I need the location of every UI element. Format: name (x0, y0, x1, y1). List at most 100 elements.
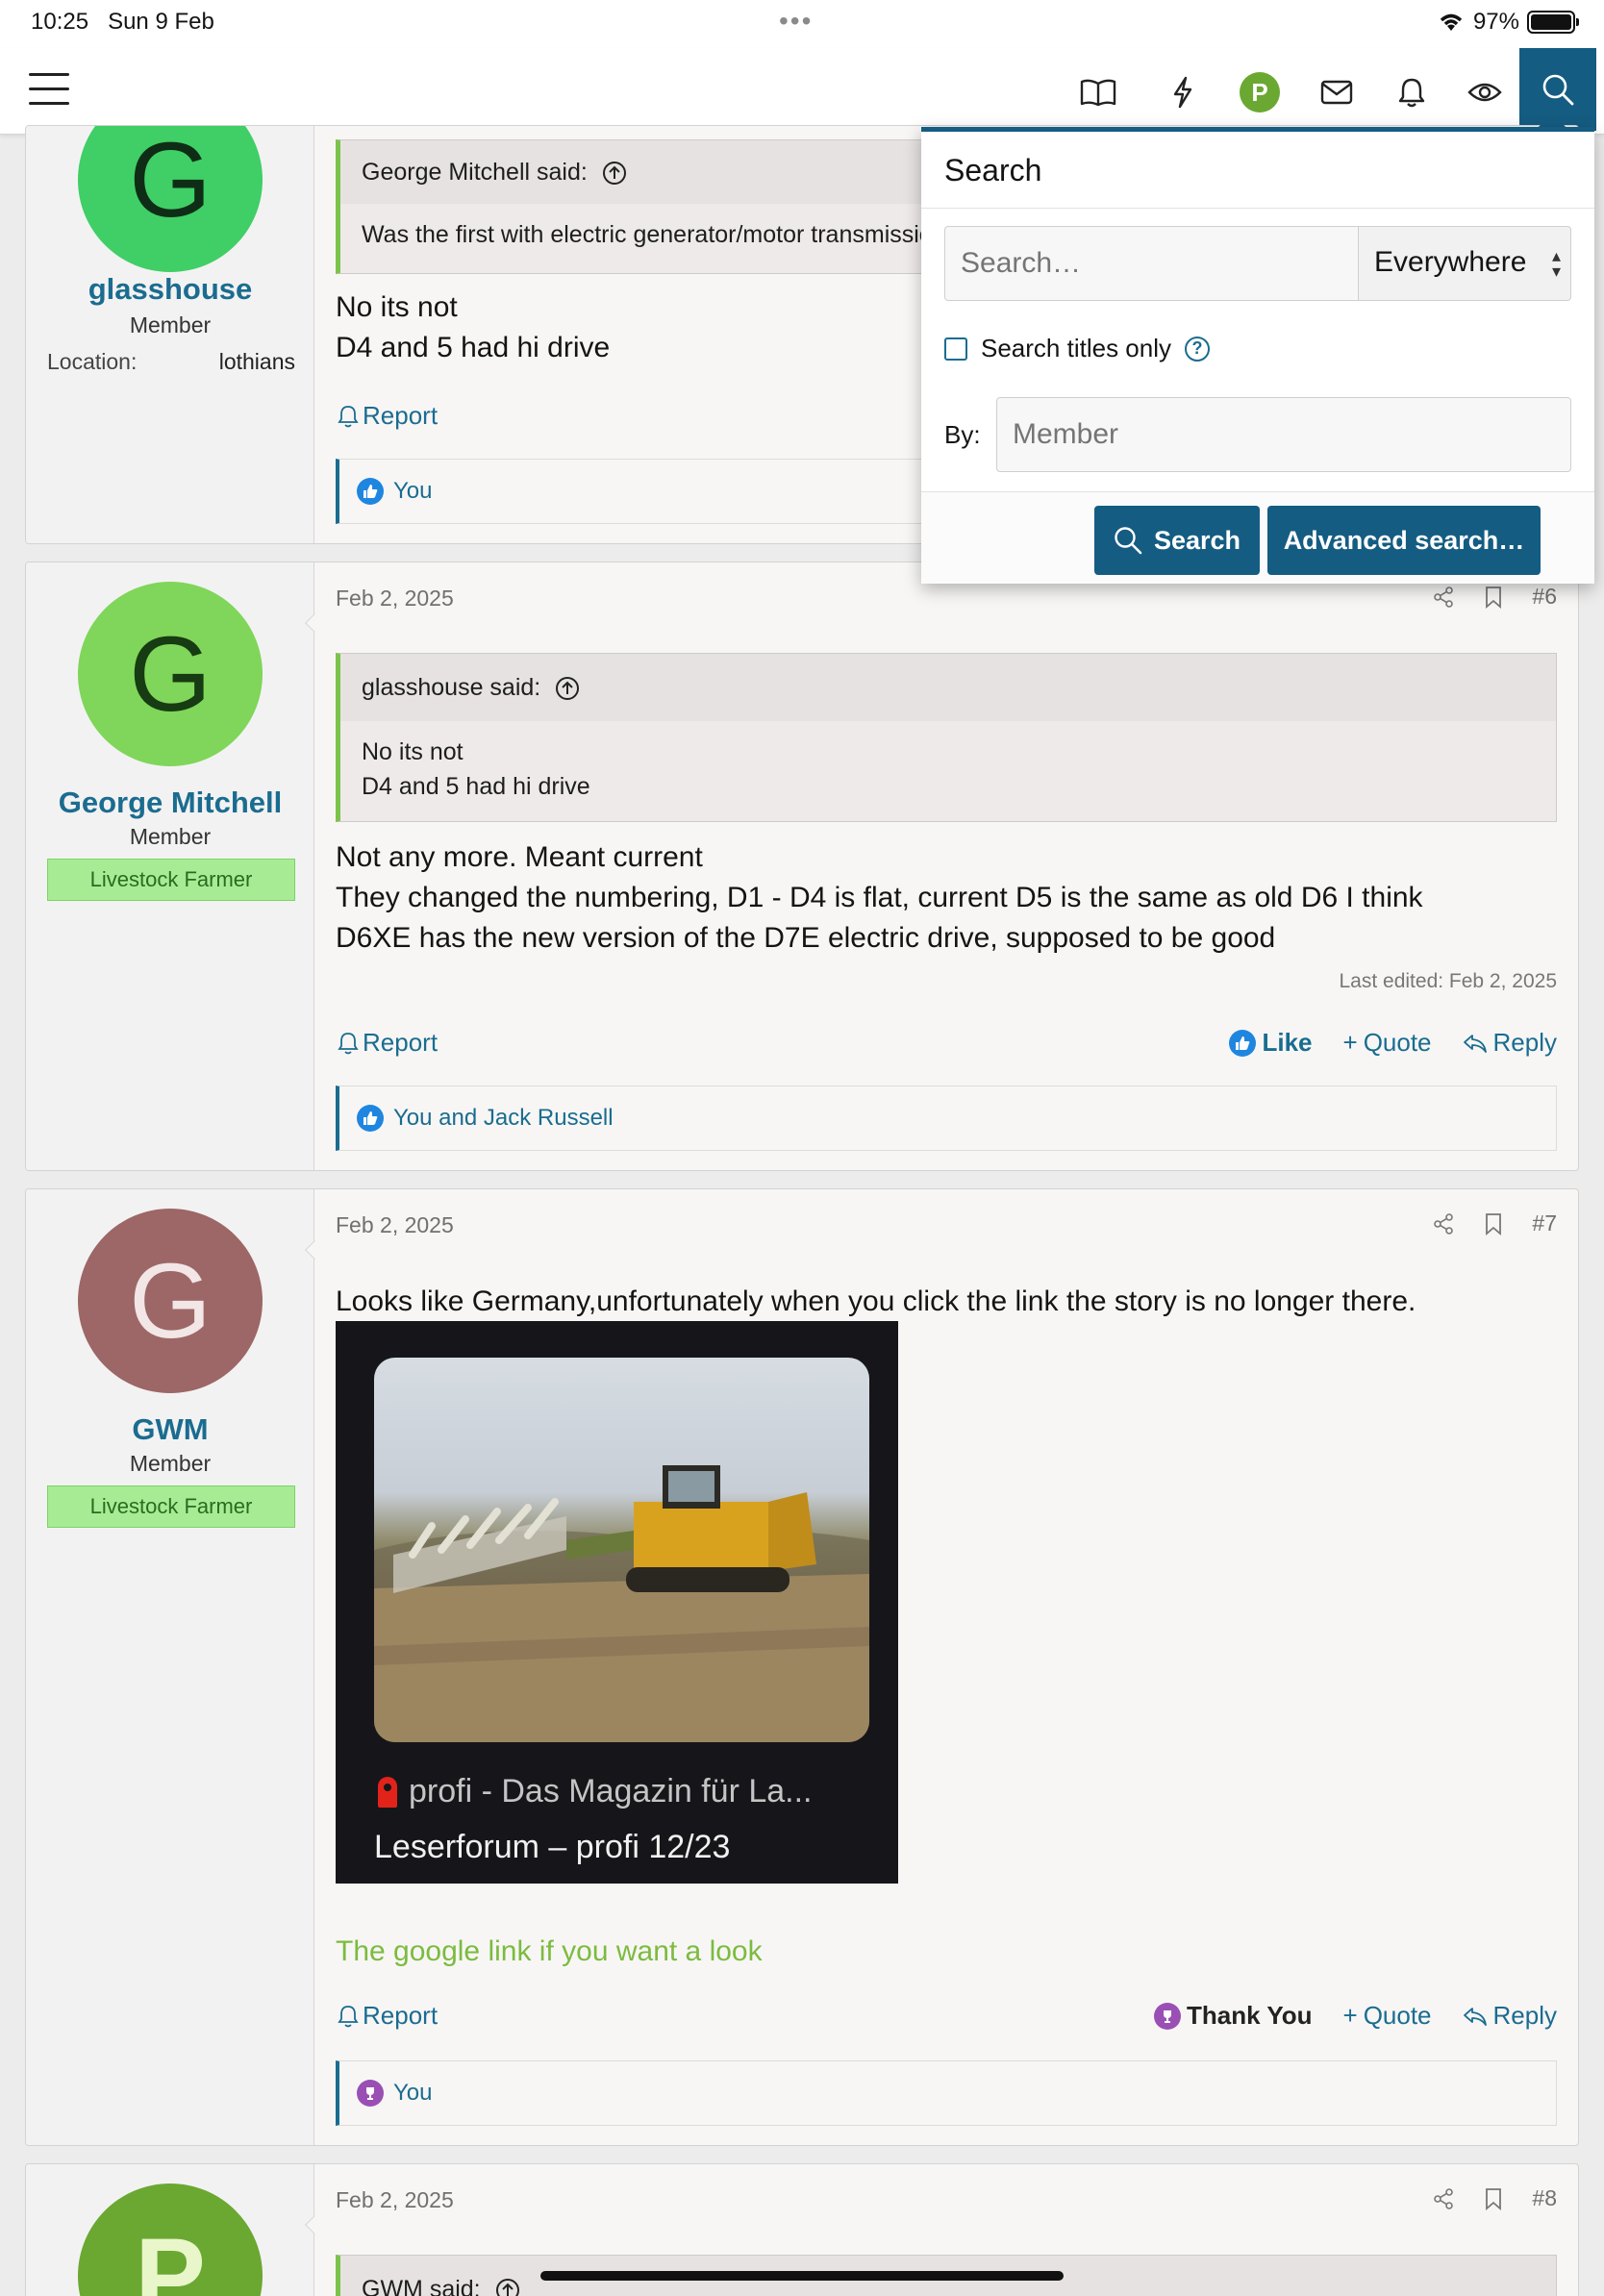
search-scope-select[interactable]: Everywhere ▴ ▾ (1358, 226, 1571, 301)
post-number[interactable]: #7 (1532, 1210, 1557, 1236)
report-link[interactable]: Report (338, 401, 438, 431)
member-input[interactable] (996, 397, 1571, 472)
bell-icon[interactable] (1391, 71, 1433, 113)
post-user-panel: G glasshouse Member Location: lothians (26, 126, 314, 543)
home-indicator[interactable] (540, 2271, 1064, 2281)
battery-percent: 97% (1472, 9, 1519, 35)
status-bar: 10:25 Sun 9 Feb ••• 97% (0, 0, 1604, 48)
share-icon[interactable] (1432, 2187, 1455, 2210)
plus-icon: + (1342, 1028, 1358, 1057)
search-input[interactable] (944, 226, 1358, 301)
bookmark-icon[interactable] (1484, 1212, 1503, 1235)
report-link[interactable]: Report (338, 1028, 438, 1058)
quote-author: glasshouse said: (362, 674, 541, 701)
reply-icon (1463, 1034, 1487, 1053)
search-menu-footer: Search Advanced search… (921, 491, 1594, 584)
reactions-bar[interactable]: You (336, 2060, 1557, 2126)
reply-button[interactable]: Reply (1463, 2001, 1557, 2031)
titles-only-checkbox[interactable] (944, 337, 967, 361)
reactions-text[interactable]: You (393, 2080, 433, 2107)
quote-button[interactable]: + Quote (1343, 2001, 1432, 2031)
search-button[interactable]: Search (1094, 506, 1260, 575)
avatar[interactable]: P (78, 2184, 263, 2296)
share-icon[interactable] (1432, 586, 1455, 609)
quote-button[interactable]: + Quote (1343, 1028, 1432, 1058)
post-6: G George Mitchell Member Livestock Farme… (25, 562, 1579, 1171)
post-body-line: Not any more. Meant current (336, 841, 703, 873)
by-label: By: (944, 420, 981, 449)
post-number[interactable]: #8 (1532, 2185, 1557, 2211)
search-scope-value: Everywhere (1374, 246, 1527, 278)
quote-text: No its not D4 and 5 had hi drive (362, 738, 590, 800)
bookmark-icon[interactable] (1484, 586, 1503, 609)
reactions-text[interactable]: You and Jack Russell (393, 1105, 614, 1132)
reactions-bar[interactable]: You and Jack Russell (336, 1086, 1557, 1151)
status-time: 10:25 Sun 9 Feb (31, 9, 214, 35)
plus-icon: + (1342, 2001, 1358, 2030)
titles-only-option[interactable]: Search titles only ? (944, 334, 1210, 363)
jump-up-icon[interactable] (602, 161, 627, 186)
avatar[interactable]: G (78, 126, 263, 272)
multitask-dots[interactable]: ••• (779, 6, 813, 37)
user-title: Member (129, 824, 212, 849)
titles-only-label: Search titles only (981, 334, 1171, 362)
report-link[interactable]: Report (338, 2001, 438, 2031)
avatar: P (1240, 72, 1280, 112)
embed-source: profi - Das Magazin für La... (378, 1773, 813, 1810)
google-link[interactable]: The google link if you want a look (336, 1935, 763, 1968)
status-right: 97% (1437, 9, 1579, 36)
reply-icon (1463, 2007, 1487, 2026)
avatar[interactable]: G (78, 1209, 263, 1393)
battery-icon (1527, 11, 1579, 34)
location-label: Location: (47, 349, 138, 374)
post-7: G GWM Member Livestock Farmer Feb 2, 202… (25, 1188, 1579, 2146)
eye-icon[interactable] (1464, 71, 1506, 113)
like-icon (357, 1105, 384, 1132)
avatar[interactable]: G (78, 582, 263, 766)
reply-button[interactable]: Reply (1463, 1028, 1557, 1058)
post-number[interactable]: #6 (1532, 584, 1557, 610)
user-location: Location: lothians (47, 349, 295, 375)
reactions-text[interactable]: You (393, 478, 433, 505)
bell-icon (338, 2005, 359, 2027)
jump-up-icon[interactable] (555, 676, 580, 701)
wifi-icon (1440, 13, 1463, 31)
jump-up-icon[interactable] (495, 2278, 520, 2296)
like-icon (1229, 1029, 1257, 1057)
user-avatar-button[interactable]: P (1239, 71, 1281, 113)
username-link[interactable]: George Mitchell (26, 786, 314, 820)
embed-title: Leserforum – profi 12/23 (374, 1829, 731, 1865)
mail-icon[interactable] (1316, 71, 1358, 113)
search-menu: Search Everywhere ▴▾ Search titles only … (921, 127, 1594, 584)
post-date[interactable]: Feb 2, 2025 (336, 1212, 454, 1238)
thank-you-button[interactable]: Thank You (1154, 2001, 1313, 2031)
username-link[interactable]: GWM (26, 1412, 314, 1447)
user-title: Member (129, 312, 212, 337)
bulldozer-photo (374, 1358, 869, 1742)
post-date[interactable]: Feb 2, 2025 (336, 2187, 454, 2213)
quote-header[interactable]: glasshouse said: (340, 654, 1556, 721)
post-date[interactable]: Feb 2, 2025 (336, 586, 454, 611)
profi-logo-icon (378, 1776, 397, 1808)
username-link[interactable]: glasshouse (26, 272, 314, 307)
trophy-icon (1154, 2002, 1181, 2030)
help-icon[interactable]: ? (1184, 336, 1210, 362)
like-button[interactable]: Like (1229, 1028, 1313, 1058)
advanced-search-button[interactable]: Advanced search… (1267, 506, 1541, 575)
top-navbar: P (0, 48, 1604, 135)
menu-icon[interactable] (29, 73, 69, 108)
bell-icon (338, 1032, 359, 1054)
quote-author: GWM said: (362, 2276, 481, 2296)
search-icon (1115, 527, 1142, 555)
bookmark-icon[interactable] (1484, 2187, 1503, 2210)
book-icon[interactable] (1077, 71, 1119, 113)
embedded-image[interactable]: profi - Das Magazin für La... Leserforum… (336, 1321, 898, 1884)
bell-icon (338, 405, 359, 427)
bolt-icon[interactable] (1162, 71, 1204, 113)
post-user-panel: P (26, 2164, 314, 2296)
share-icon[interactable] (1432, 1212, 1455, 1235)
like-icon (357, 478, 384, 505)
user-banner: Livestock Farmer (47, 859, 295, 901)
post-body: Not any more. Meant current They changed… (336, 837, 1557, 959)
trophy-icon (357, 2080, 384, 2107)
